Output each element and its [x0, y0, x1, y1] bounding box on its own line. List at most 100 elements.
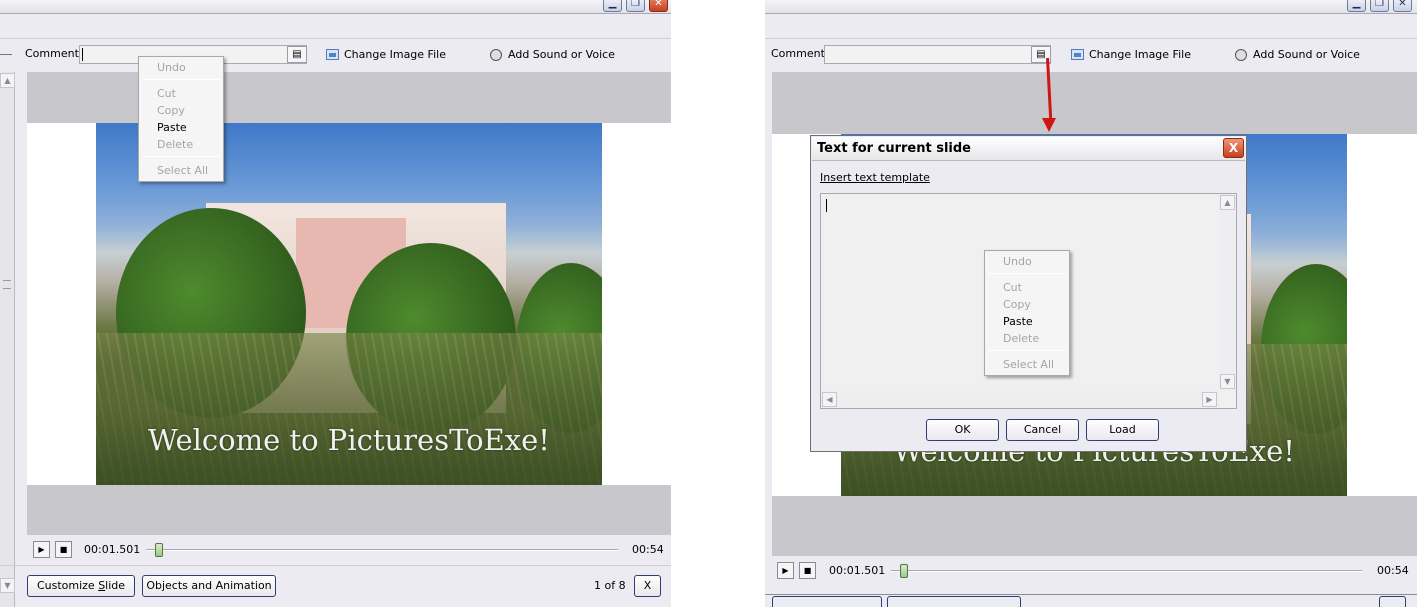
context-menu: Undo Cut Copy Paste Delete Select All — [984, 250, 1070, 376]
chevron-up-icon: ▲ — [4, 76, 11, 85]
text-dialog: Text for current slide X Insert text tem… — [810, 135, 1247, 452]
stop-icon: ■ — [803, 566, 812, 575]
image-icon — [1071, 49, 1084, 60]
menu-item-copy[interactable]: Copy — [1003, 298, 1031, 311]
vertical-scrollbar[interactable]: ▲ ▼ — [1219, 194, 1236, 391]
close-icon: ✕ — [1398, 0, 1407, 9]
timeline-track[interactable] — [891, 570, 1362, 572]
stop-button[interactable]: ■ — [55, 541, 72, 558]
dialog-titlebar: Text for current slide — [812, 137, 1245, 161]
chevron-down-icon: ▼ — [1224, 377, 1231, 386]
grass — [96, 332, 602, 485]
close-window-button[interactable]: ✕ — [1393, 0, 1412, 12]
stop-button[interactable]: ■ — [799, 562, 816, 579]
scroll-down-button[interactable]: ▼ — [1220, 374, 1235, 389]
scroll-up-button[interactable]: ▲ — [0, 73, 15, 88]
restore-button[interactable]: ❐ — [626, 0, 645, 12]
menu-item-undo[interactable]: Undo — [157, 61, 186, 74]
menu-item-delete[interactable]: Delete — [1003, 332, 1039, 345]
close-slide-button[interactable]: X — [634, 575, 661, 597]
minimize-icon: ▁ — [608, 0, 617, 9]
change-image-file-button[interactable]: Change Image File — [344, 48, 446, 62]
horizontal-scrollbar[interactable]: ◀ ▶ — [821, 391, 1219, 408]
comment-text-button[interactable]: ▤ — [287, 46, 307, 63]
play-icon: ▶ — [38, 545, 45, 554]
preview-gray-top — [27, 72, 671, 123]
play-button[interactable]: ▶ — [777, 562, 794, 579]
chevron-up-icon: ▲ — [1224, 198, 1231, 207]
add-sound-button[interactable]: Add Sound or Voice — [1253, 48, 1360, 62]
document-icon: ▤ — [292, 49, 302, 60]
insert-template-link[interactable]: Insert text template — [820, 171, 930, 184]
toolbar-separator — [765, 38, 1417, 39]
footer-button-edge — [887, 596, 1021, 607]
preview-gray-bottom — [772, 496, 1417, 556]
sound-icon — [490, 49, 502, 61]
footer-button-edge — [772, 596, 882, 607]
menu-item-cut[interactable]: Cut — [157, 87, 176, 100]
menu-item-undo[interactable]: Undo — [1003, 255, 1032, 268]
objects-animation-button[interactable]: Objects and Animation — [142, 575, 276, 597]
dialog-title: Text for current slide — [817, 141, 971, 156]
timeline-thumb[interactable] — [900, 564, 909, 578]
comment-label: Comment — [771, 47, 825, 60]
menu-separator — [988, 350, 1066, 351]
slide-list-edge — [0, 72, 15, 607]
text-caret — [82, 48, 83, 61]
chevron-left-icon: ◀ — [826, 395, 833, 404]
menu-item-select-all[interactable]: Select All — [157, 164, 208, 177]
pointer-arrowhead — [1042, 118, 1056, 132]
preview-gray-bottom — [27, 485, 671, 535]
slide-caption: Welcome to PicturesToExe! — [148, 423, 550, 457]
preview-gray-top — [772, 72, 1417, 134]
minimize-button[interactable]: ▁ — [603, 0, 622, 12]
minimize-button[interactable]: ▁ — [1347, 0, 1366, 12]
play-icon: ▶ — [782, 566, 789, 575]
comment-label: Comment — [25, 47, 79, 60]
sound-icon — [1235, 49, 1247, 61]
image-icon — [326, 49, 339, 60]
total-time: 00:54 — [1377, 564, 1409, 577]
current-time: 00:01.501 — [84, 543, 141, 556]
customize-slide-button[interactable]: Customize Slide — [27, 575, 135, 597]
menu-item-paste[interactable]: Paste — [1003, 315, 1033, 328]
current-time: 00:01.501 — [829, 564, 886, 577]
cancel-button[interactable]: Cancel — [1006, 419, 1079, 441]
total-time: 00:54 — [632, 543, 664, 556]
change-image-file-button[interactable]: Change Image File — [1089, 48, 1191, 62]
menu-separator — [142, 156, 220, 157]
menu-item-select-all[interactable]: Select All — [1003, 358, 1054, 371]
ok-button[interactable]: OK — [926, 419, 999, 441]
dialog-close-button[interactable]: X — [1223, 138, 1244, 158]
left-editor-panel: ▁ ❐ ✕ ▲ ▼ Comment ▤ Change Image File Ad… — [0, 0, 671, 607]
footer-separator — [0, 565, 671, 566]
menu-separator — [988, 273, 1066, 274]
chevron-down-icon: ▼ — [4, 581, 11, 590]
close-window-button[interactable]: ✕ — [649, 0, 668, 12]
toolbar-separator — [0, 38, 671, 39]
timeline-track[interactable] — [146, 549, 618, 551]
scroll-down-button[interactable]: ▼ — [0, 578, 15, 593]
restore-button[interactable]: ❐ — [1370, 0, 1389, 12]
right-editor-panel: ▁ ❐ ✕ Comment ▤ Change Image File Add So… — [765, 0, 1417, 607]
document-icon: ▤ — [1036, 49, 1046, 60]
chevron-right-icon: ▶ — [1206, 395, 1213, 404]
customize-label-post: lide — [105, 579, 126, 592]
restore-icon: ❐ — [1375, 0, 1384, 9]
scroll-left-button[interactable]: ◀ — [822, 392, 837, 407]
load-button[interactable]: Load — [1086, 419, 1159, 441]
timeline-thumb[interactable] — [155, 543, 164, 557]
slide-counter: 1 of 8 — [594, 579, 626, 592]
scroll-up-button[interactable]: ▲ — [1220, 195, 1235, 210]
play-button[interactable]: ▶ — [33, 541, 50, 558]
menu-separator — [142, 79, 220, 80]
close-icon: ✕ — [654, 0, 663, 9]
menu-item-copy[interactable]: Copy — [157, 104, 185, 117]
menu-item-delete[interactable]: Delete — [157, 138, 193, 151]
menu-item-paste[interactable]: Paste — [157, 121, 187, 134]
add-sound-button[interactable]: Add Sound or Voice — [508, 48, 615, 62]
stop-icon: ■ — [59, 545, 68, 554]
scroll-right-button[interactable]: ▶ — [1202, 392, 1217, 407]
comment-input[interactable] — [824, 45, 1051, 64]
menu-item-cut[interactable]: Cut — [1003, 281, 1022, 294]
